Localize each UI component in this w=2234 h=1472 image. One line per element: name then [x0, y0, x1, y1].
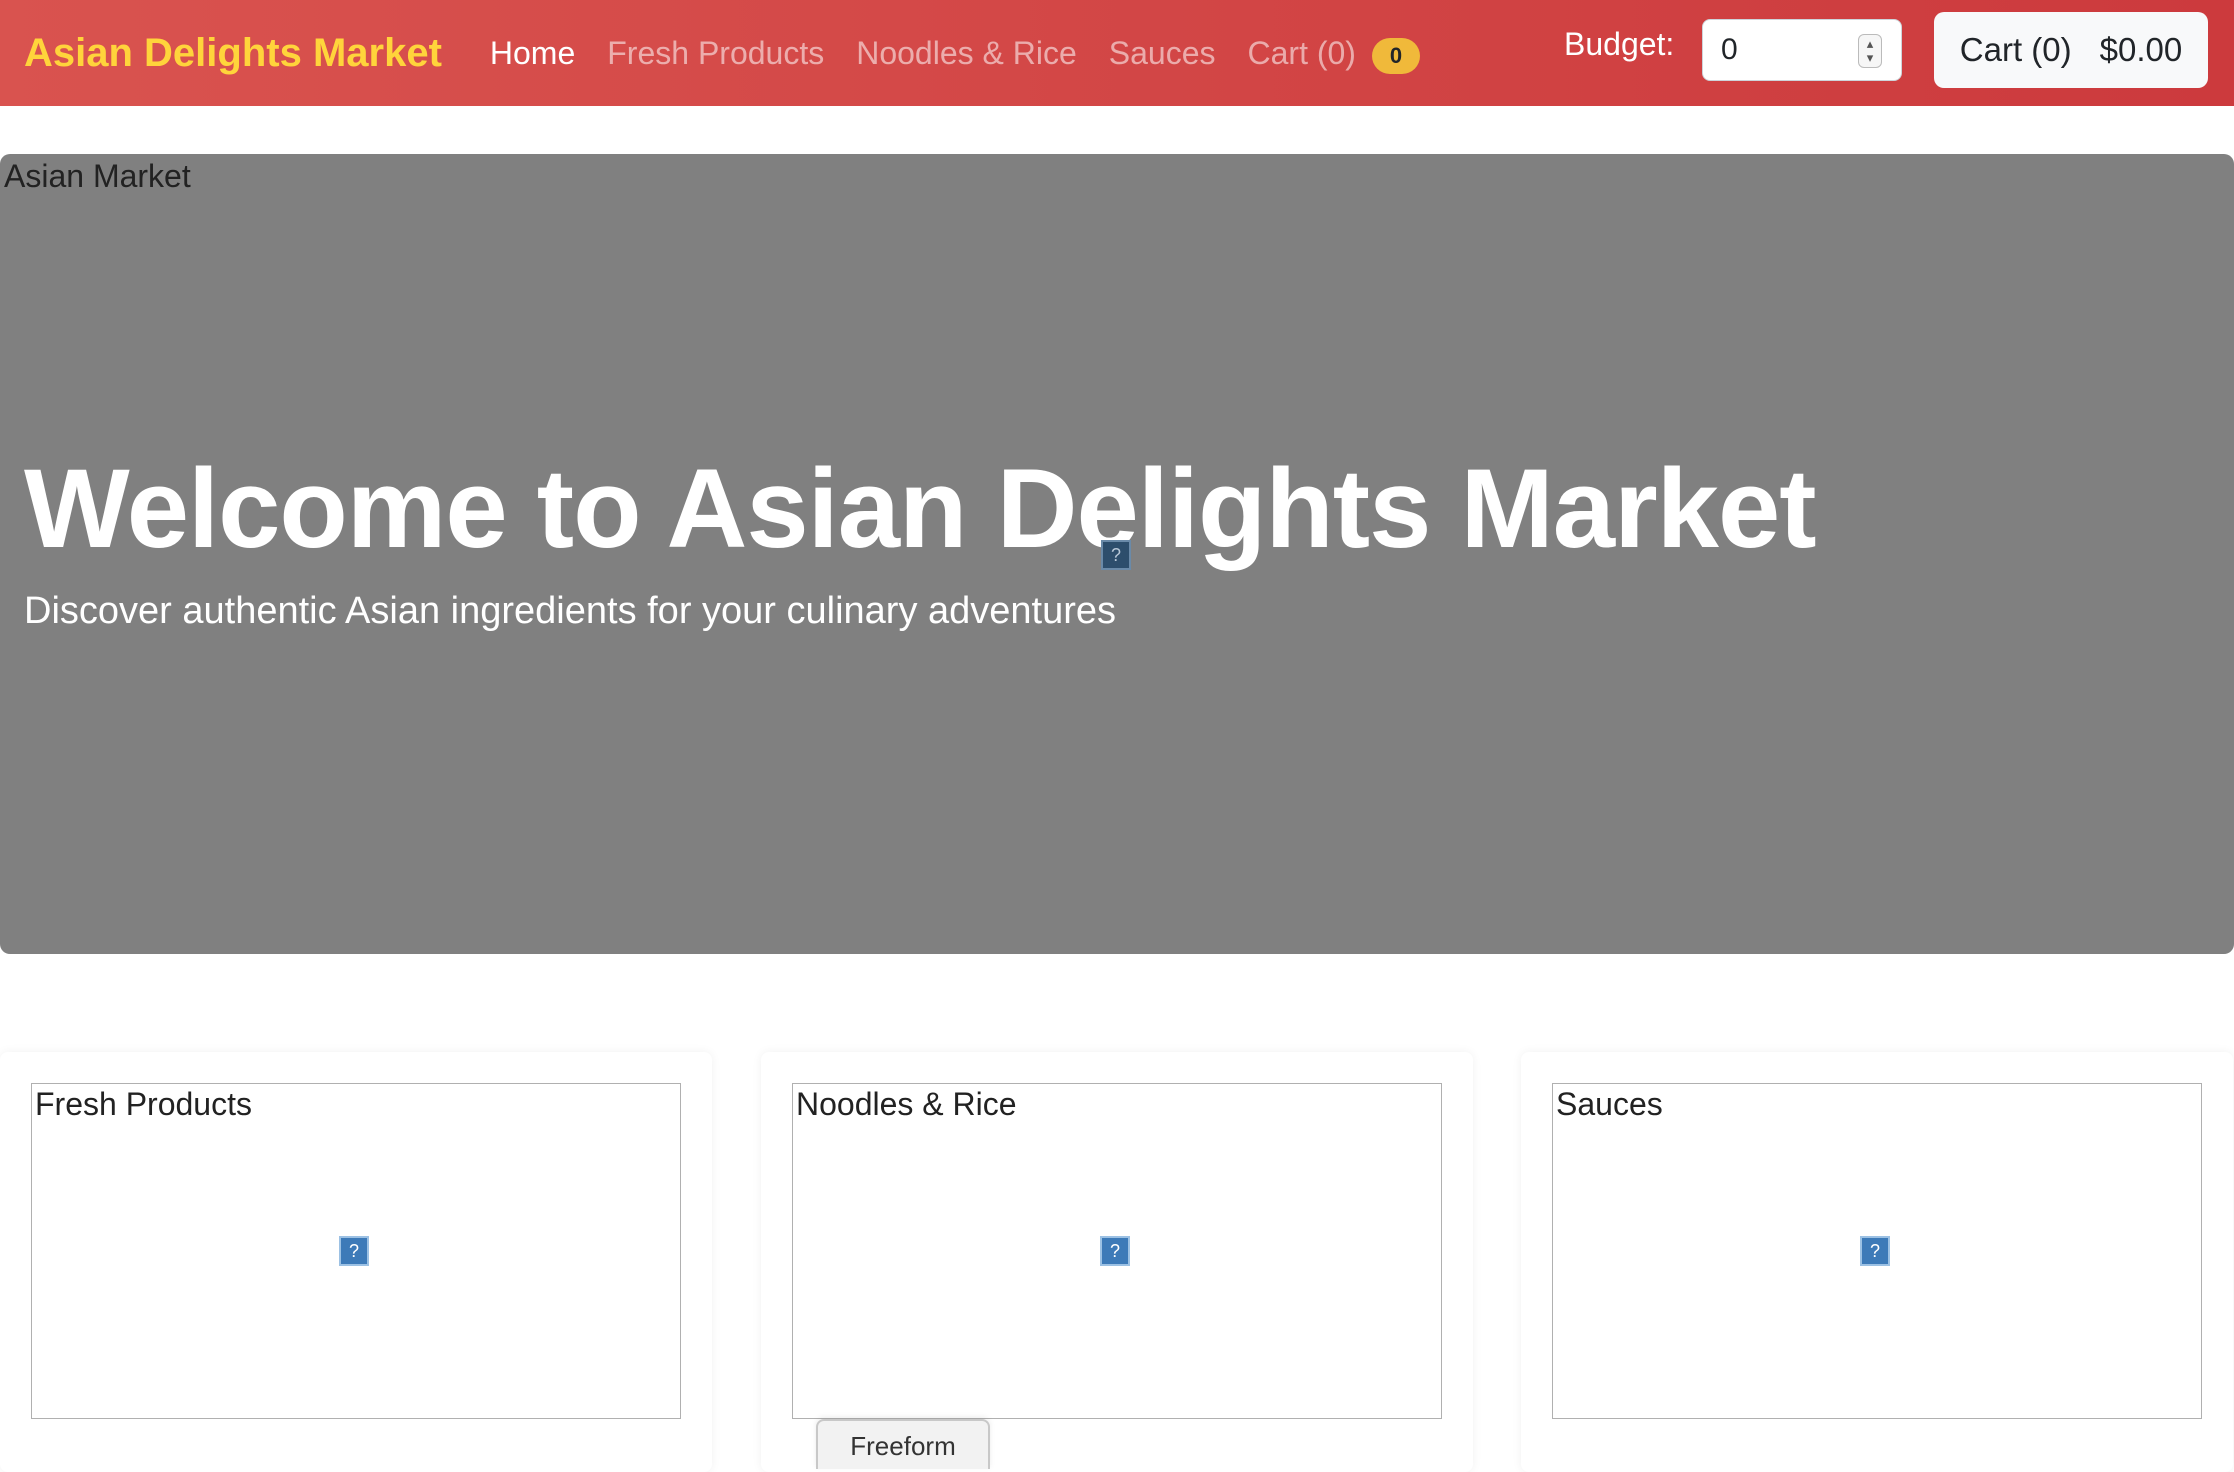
- category-image[interactable]: Noodles & Rice ?: [792, 1083, 1442, 1419]
- broken-image-icon: ?: [339, 1236, 369, 1266]
- cart-button-label: Cart (0): [1959, 31, 2072, 68]
- category-card-fresh-products[interactable]: Fresh Products ?: [0, 1052, 712, 1472]
- category-card-sauces[interactable]: Sauces ?: [1521, 1052, 2233, 1472]
- broken-image-icon: ?: [1860, 1236, 1890, 1266]
- broken-image-icon: ?: [1100, 1236, 1130, 1266]
- cart-count-badge: 0: [1371, 38, 1420, 74]
- top-navbar: Asian Delights Market Home Fresh Product…: [0, 0, 2234, 106]
- category-image-alt-text: Noodles & Rice: [796, 1086, 1017, 1122]
- brand-logo-link[interactable]: Asian Delights Market: [24, 31, 442, 76]
- hero-banner: Asian Market Welcome to Asian Delights M…: [0, 154, 2234, 954]
- category-card-noodles-rice[interactable]: Noodles & Rice ?: [761, 1052, 1473, 1472]
- nav-link-fresh-products[interactable]: Fresh Products: [607, 35, 824, 72]
- category-image[interactable]: Sauces ?: [1552, 1083, 2202, 1419]
- hero-title: Welcome to Asian Delights Market: [24, 446, 1817, 571]
- category-image[interactable]: Fresh Products ?: [31, 1083, 681, 1419]
- cart-button[interactable]: Cart (0) $0.00: [1934, 12, 2208, 88]
- nav-link-noodles-rice[interactable]: Noodles & Rice: [856, 35, 1077, 72]
- nav-link-cart[interactable]: Cart (0): [1248, 35, 1356, 72]
- budget-label: Budget:: [1564, 26, 1675, 62]
- hero-subtitle: Discover authentic Asian ingredients for…: [24, 590, 1117, 632]
- nav-links: Home Fresh Products Noodles & Rice Sauce…: [490, 32, 1420, 74]
- hero-image-alt-text: Asian Market: [4, 158, 191, 194]
- nav-link-sauces[interactable]: Sauces: [1109, 35, 1216, 72]
- category-image-alt-text: Fresh Products: [35, 1086, 252, 1122]
- freeform-tab[interactable]: Freeform: [816, 1419, 990, 1469]
- number-spinner-icon[interactable]: ▴ ▾: [1858, 34, 1882, 68]
- broken-image-icon: ?: [1101, 540, 1131, 570]
- category-image-alt-text: Sauces: [1556, 1086, 1663, 1122]
- cart-total: $0.00: [2099, 31, 2183, 68]
- nav-link-home[interactable]: Home: [490, 35, 575, 72]
